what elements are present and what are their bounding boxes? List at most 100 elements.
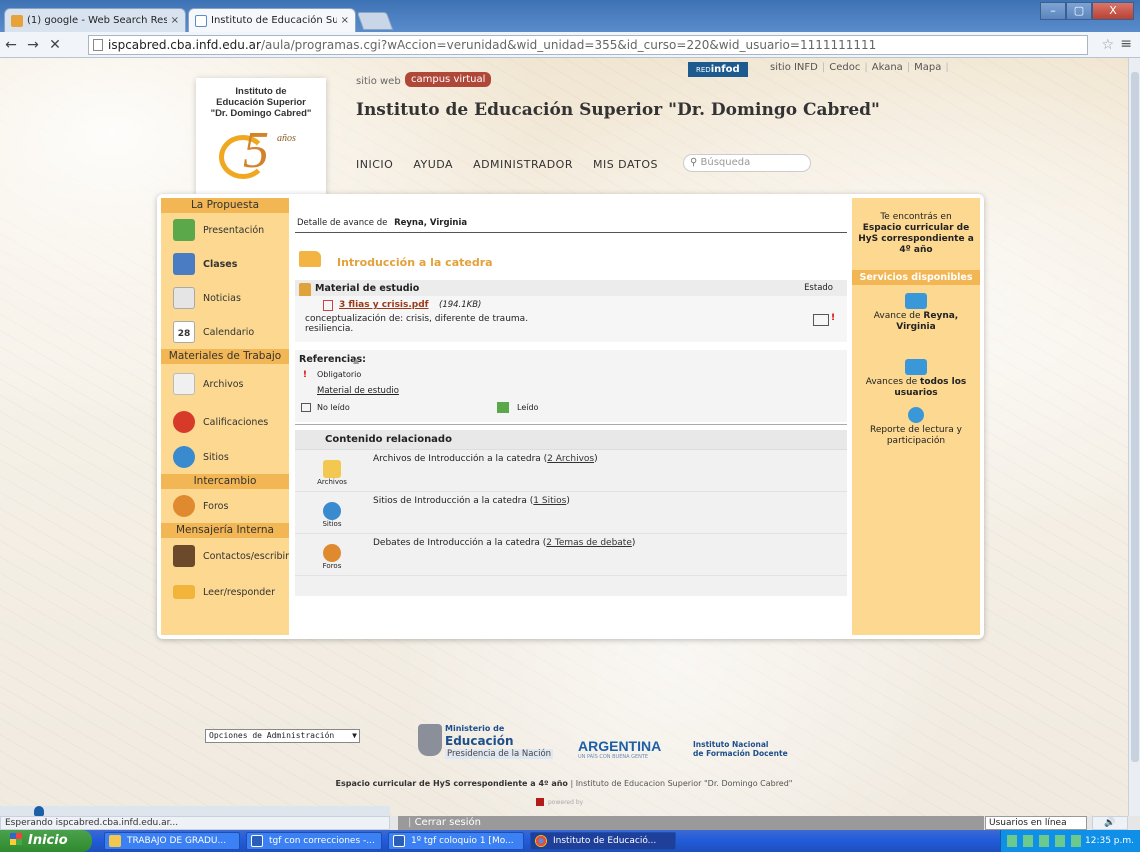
sidebar-item-contactos[interactable]: Contactos/escribir — [161, 538, 289, 574]
usuarios-en-linea-button[interactable]: Usuarios en línea — [985, 816, 1087, 830]
related-link[interactable]: 2 Temas de debate — [546, 538, 632, 548]
report-icon[interactable] — [908, 407, 924, 423]
section-intercambio: Intercambio — [161, 474, 289, 489]
back-button[interactable]: ← — [0, 37, 22, 53]
avances-todos-link[interactable]: Avances de todos los usuarios — [852, 377, 980, 399]
tab-instituto[interactable]: Instituto de Educación Super × — [188, 8, 356, 32]
material-header: Material de estudio Estado — [295, 280, 847, 297]
address-bar[interactable]: ispcabred.cba.infd.edu.ar /aula/programa… — [88, 35, 1088, 55]
redinfod-logo[interactable]: REDinfod — [688, 62, 748, 77]
forward-button[interactable]: → — [22, 37, 44, 53]
material-icon — [299, 283, 311, 297]
toplink-cedoc[interactable]: Cedoc — [829, 62, 860, 73]
files-icon[interactable] — [323, 460, 341, 478]
sidebar-item-presentacion[interactable]: Presentación — [161, 213, 289, 247]
related-link[interactable]: 2 Archivos — [547, 454, 594, 464]
sidebar-item-calendario[interactable]: 28 Calendario — [161, 315, 289, 349]
toplink-akana[interactable]: Akana — [872, 62, 903, 73]
vertical-scrollbar[interactable] — [1128, 58, 1140, 816]
infd-logo-line-1: Instituto Nacional — [693, 740, 769, 749]
minimize-button[interactable]: – — [1040, 2, 1066, 20]
sitio-web-link[interactable]: sitio web — [356, 76, 401, 87]
horizontal-scrollbar[interactable] — [0, 806, 390, 816]
start-button[interactable]: Inicio — [0, 830, 92, 852]
sidebar-item-label: Foros — [203, 500, 229, 512]
related-icon-label: Sitios — [322, 520, 342, 528]
ref-material: Material de estudio — [317, 386, 399, 396]
progress-folder-icon[interactable] — [905, 293, 927, 309]
section-mensajeria: Mensajería Interna — [161, 523, 289, 538]
people-icon[interactable] — [323, 544, 341, 562]
redinfod-prefix: RED — [696, 66, 711, 74]
related-link[interactable]: 1 Sitios — [533, 496, 566, 506]
estado-header: Estado — [804, 283, 833, 293]
related-text: Archivos de Introducción a la catedra (2… — [373, 454, 598, 464]
browser-tab-bar: (1) google - Web Search Res × Instituto … — [0, 0, 1140, 32]
logo-text-line: Educación Superior — [216, 97, 306, 108]
sidebar-item-calificaciones[interactable]: Calificaciones — [161, 404, 289, 440]
pdf-file-link[interactable]: 3 flias y crisis.pdf — [339, 300, 429, 310]
admin-options-select[interactable]: Opciones de Administración ▼ — [205, 729, 360, 743]
institute-logo[interactable]: Instituto de Educación Superior "Dr. Dom… — [196, 78, 326, 196]
right-sidebar: Te encontrás en Espacio curricular de Hy… — [852, 198, 980, 635]
stop-button[interactable]: ✕ — [44, 37, 66, 53]
nav-administrador[interactable]: ADMINISTRADOR — [473, 158, 573, 171]
ministerio-line-1: Ministerio de — [445, 724, 505, 733]
tab-close-icon[interactable]: × — [341, 15, 349, 26]
campus-virtual-badge[interactable]: campus virtual — [405, 72, 492, 87]
site-title: Instituto de Educación Superior "Dr. Dom… — [356, 100, 880, 120]
taskbar-item[interactable]: TRABAJO DE GRADU... — [104, 832, 240, 850]
envelope-icon — [173, 585, 195, 599]
all-users-icon[interactable] — [905, 359, 927, 375]
tab-close-icon[interactable]: × — [171, 15, 179, 26]
top-links: sitio INFD | Cedoc | Akana | Mapa | — [770, 62, 949, 73]
tray-icons[interactable] — [1007, 835, 1087, 847]
file-description: conceptualización de: crisis, diferente … — [305, 314, 529, 324]
collapse-arrow-icon[interactable]: ▲ — [353, 356, 359, 365]
browser-menu-icon[interactable]: ≡ — [1120, 36, 1132, 52]
nav-inicio[interactable]: INICIO — [356, 158, 393, 171]
cerrar-sesion-button[interactable]: | Cerrar sesión — [398, 816, 984, 830]
tab-google[interactable]: (1) google - Web Search Res × — [4, 8, 186, 32]
admin-select-value: Opciones de Administración — [209, 731, 335, 740]
search-placeholder: Búsqueda — [700, 157, 751, 168]
current-space-info: Te encontrás en Espacio curricular de Hy… — [852, 198, 980, 256]
bookmark-star-icon[interactable]: ☆ — [1101, 37, 1114, 53]
chrome-icon — [535, 835, 547, 847]
sidebar-item-foros[interactable]: Foros — [161, 489, 289, 523]
divider — [295, 424, 847, 425]
sidebar-item-leer[interactable]: Leer/responder — [161, 574, 289, 610]
nav-mis-datos[interactable]: MIS DATOS — [593, 158, 658, 171]
browser-toolbar: ← → ✕ ispcabred.cba.infd.edu.ar /aula/pr… — [0, 32, 1140, 58]
logo-anos: años — [277, 133, 296, 144]
url-host: ispcabred.cba.infd.edu.ar — [108, 38, 261, 52]
avance-user-link[interactable]: Avance de Reyna, Virginia — [852, 311, 980, 333]
taskbar-item[interactable]: tgf con correcciones -... — [246, 832, 382, 850]
taskbar-item[interactable]: 1º tgf coloquio 1 [Mo... — [388, 832, 524, 850]
sidebar-item-clases[interactable]: Clases — [161, 247, 289, 281]
toplink-mapa[interactable]: Mapa — [914, 62, 941, 73]
window-controls: – ▢ X — [1040, 2, 1134, 20]
nav-ayuda[interactable]: AYUDA — [413, 158, 453, 171]
search-input[interactable]: ⚲ Búsqueda — [683, 154, 811, 172]
sidebar-item-noticias[interactable]: Noticias — [161, 281, 289, 315]
referencias-panel: Referencias: ▲ ! Obligatorio Material de… — [295, 350, 847, 422]
close-window-button[interactable]: X — [1092, 2, 1134, 20]
reporte-link[interactable]: Reporte de lectura y participación — [852, 425, 980, 447]
logo-number: 5 — [243, 122, 269, 179]
globe-icon[interactable] — [323, 502, 341, 520]
unit-title: Introducción a la catedra — [337, 256, 493, 269]
maximize-button[interactable]: ▢ — [1066, 2, 1092, 20]
taskbar-item[interactable]: Instituto de Educació... — [530, 832, 676, 850]
speaker-icon[interactable]: 🔊 — [1092, 816, 1128, 830]
system-tray: 12:35 p.m. — [1000, 830, 1140, 852]
detalle-user: Reyna, Virginia — [394, 218, 468, 228]
file-size: (194.1KB) — [439, 300, 482, 310]
logo-mark: 5 años — [213, 125, 309, 183]
toplink-sitio-infd[interactable]: sitio INFD — [770, 62, 818, 73]
new-tab-button[interactable] — [356, 12, 394, 30]
sidebar-item-sitios[interactable]: Sitios — [161, 440, 289, 474]
ref-no-leido: No leído — [317, 403, 350, 412]
sidebar-item-archivos[interactable]: Archivos — [161, 364, 289, 404]
google-favicon-icon — [11, 14, 23, 27]
